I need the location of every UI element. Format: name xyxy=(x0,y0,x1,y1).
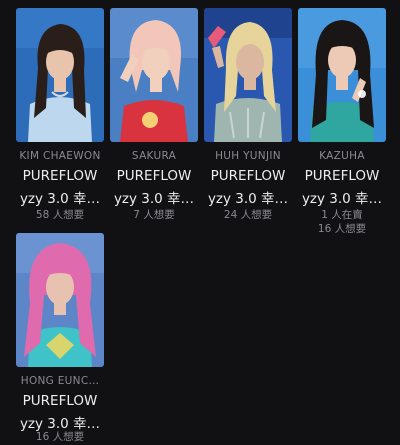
photocard-grid: KIM CHAEWON PUREFLOW yzy 3.0 幸… 58 人想要 S… xyxy=(0,0,400,445)
brand-name: PUREFLOW xyxy=(116,168,192,184)
want-count: 7 人想要 xyxy=(133,209,175,221)
brand-name: PUREFLOW xyxy=(304,168,380,184)
want-count: 24 人想要 xyxy=(223,209,273,221)
brand-name: PUREFLOW xyxy=(22,168,98,184)
selling-count: 1 人在賣 xyxy=(321,209,363,221)
brand-name: PUREFLOW xyxy=(22,393,98,409)
want-count: 16 人想要 xyxy=(317,223,367,235)
photocard-image[interactable] xyxy=(298,8,386,142)
photocard-image[interactable] xyxy=(16,233,104,367)
photocard-image[interactable] xyxy=(204,8,292,142)
photocard-image-art xyxy=(204,8,292,142)
product-name: yzy 3.0 幸… xyxy=(207,191,289,207)
photocard-image[interactable] xyxy=(16,8,104,142)
member-name: SAKURA xyxy=(131,150,177,162)
product-name: yzy 3.0 幸… xyxy=(19,191,101,207)
member-name: HONG EUNC… xyxy=(20,375,100,387)
want-count: 16 人想要 xyxy=(35,431,85,443)
member-name: HUH YUNJIN xyxy=(215,150,281,162)
want-count: 58 人想要 xyxy=(35,209,85,221)
product-name: yzy 3.0 幸… xyxy=(113,191,195,207)
member-name: KIM CHAEWON xyxy=(19,150,101,162)
photocard-image-art xyxy=(110,8,198,142)
photocard-image-art xyxy=(298,8,386,142)
member-name: KAZUHA xyxy=(319,150,365,162)
photocard-image[interactable] xyxy=(110,8,198,142)
brand-name: PUREFLOW xyxy=(210,168,286,184)
photocard-image-art xyxy=(16,233,104,367)
product-name: yzy 3.0 幸… xyxy=(301,191,383,207)
photocard-image-art xyxy=(16,8,104,142)
